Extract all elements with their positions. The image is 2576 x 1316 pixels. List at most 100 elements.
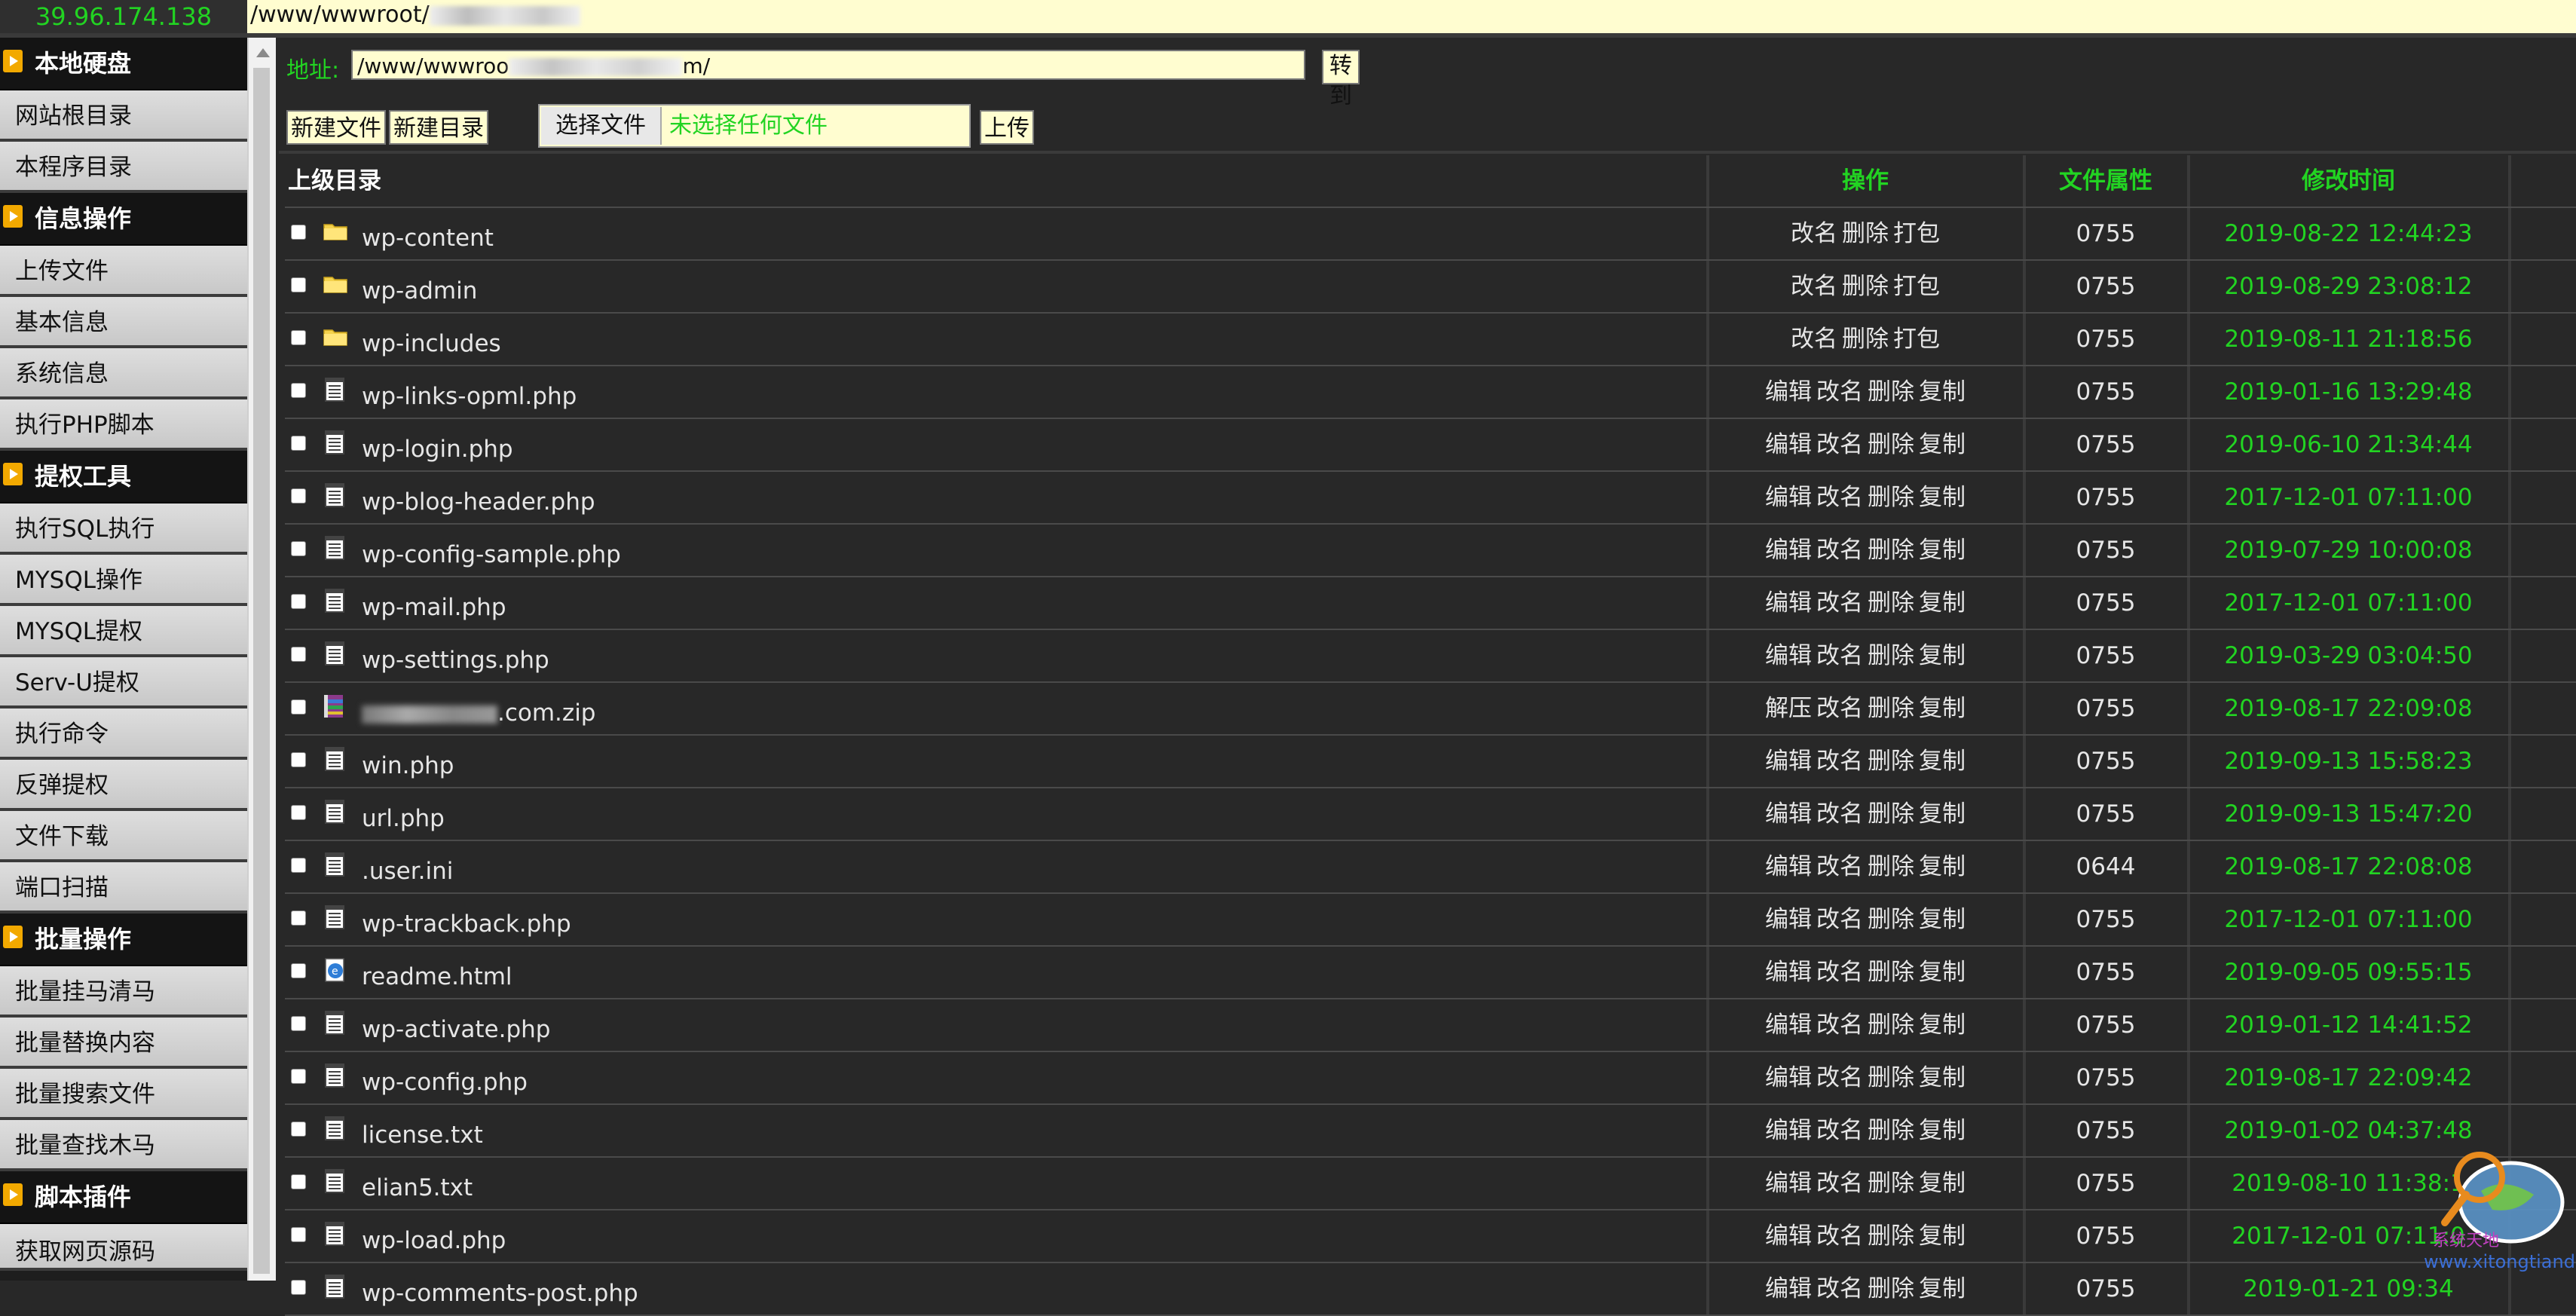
file-op-link[interactable]: 复制	[1919, 642, 1966, 669]
row-checkbox[interactable]	[291, 1280, 306, 1295]
sidebar-item[interactable]: 批量替换内容	[0, 1018, 247, 1069]
row-checkbox[interactable]	[291, 277, 306, 292]
row-checkbox[interactable]	[291, 383, 306, 398]
sidebar-item[interactable]: 获取网页源码	[0, 1224, 247, 1271]
file-op-link[interactable]: 复制	[1919, 378, 1966, 406]
sidebar-item[interactable]: 本程序目录	[0, 142, 247, 193]
permission-link[interactable]: 0755	[2076, 748, 2136, 775]
file-name-link[interactable]: .user.ini	[362, 846, 453, 892]
file-op-link[interactable]: 复制	[1919, 853, 1966, 880]
permission-link[interactable]: 0644	[2076, 853, 2136, 880]
permission-link[interactable]: 0755	[2076, 1223, 2136, 1250]
permission-link[interactable]: 0755	[2076, 378, 2136, 406]
file-op-link[interactable]: 编辑	[1765, 853, 1812, 880]
file-op-link[interactable]: 删除	[1868, 484, 1914, 511]
row-checkbox[interactable]	[291, 1122, 306, 1137]
file-op-link[interactable]: 编辑	[1765, 800, 1812, 828]
sidebar-item[interactable]: 反弹提权	[0, 760, 247, 811]
file-name-link[interactable]: wp-admin	[362, 265, 477, 312]
permission-link[interactable]: 0755	[2076, 1275, 2136, 1302]
file-op-link[interactable]: 改名	[1816, 1064, 1863, 1091]
file-op-link[interactable]: 编辑	[1765, 1117, 1812, 1144]
file-op-link[interactable]: 编辑	[1765, 1275, 1812, 1302]
file-op-link[interactable]: 打包	[1893, 326, 1940, 353]
permission-link[interactable]: 0755	[2076, 537, 2136, 564]
file-op-link[interactable]: 删除	[1868, 1064, 1914, 1091]
file-op-link[interactable]: 改名	[1816, 1275, 1863, 1302]
sidebar-item[interactable]: 批量查找木马	[0, 1120, 247, 1171]
file-op-link[interactable]: 复制	[1919, 959, 1966, 986]
permission-link[interactable]: 0755	[2076, 326, 2136, 353]
file-op-link[interactable]: 复制	[1919, 906, 1966, 933]
row-checkbox[interactable]	[291, 1227, 306, 1242]
file-op-link[interactable]: 编辑	[1765, 378, 1812, 406]
file-op-link[interactable]: 改名	[1791, 273, 1837, 300]
file-op-link[interactable]: 删除	[1868, 1223, 1914, 1250]
file-op-link[interactable]: 打包	[1893, 273, 1940, 300]
sidebar-item[interactable]: 网站根目录	[0, 90, 247, 142]
file-op-link[interactable]: 编辑	[1765, 537, 1812, 564]
file-op-link[interactable]: 改名	[1816, 589, 1863, 617]
file-op-link[interactable]: 删除	[1868, 853, 1914, 880]
modified-time-cell[interactable]: 2019-08-22 12:44:23	[2187, 208, 2507, 259]
modified-time-cell[interactable]: 2019-09-13 15:47:20	[2187, 788, 2507, 840]
file-op-link[interactable]: 改名	[1816, 853, 1863, 880]
sidebar-item[interactable]: 文件下载	[0, 811, 247, 862]
row-checkbox[interactable]	[291, 752, 306, 767]
scroll-thumb[interactable]	[253, 68, 270, 1274]
modified-time-cell[interactable]: 2019-01-12 14:41:52	[2187, 999, 2507, 1051]
file-op-link[interactable]: 复制	[1919, 1275, 1966, 1302]
permission-link[interactable]: 0755	[2076, 906, 2136, 933]
file-op-link[interactable]: 改名	[1816, 642, 1863, 669]
file-name-link[interactable]: wp-comments-post.php	[362, 1268, 638, 1314]
modified-time-cell[interactable]: 2019-08-17 22:09:42	[2187, 1052, 2507, 1103]
permission-link[interactable]: 0755	[2076, 1064, 2136, 1091]
file-op-link[interactable]: 复制	[1919, 1223, 1966, 1250]
sidebar-item[interactable]: 批量挂马清马	[0, 966, 247, 1018]
sidebar-item[interactable]: 系统信息	[0, 348, 247, 399]
file-op-link[interactable]: 编辑	[1765, 1223, 1812, 1250]
row-checkbox[interactable]	[291, 647, 306, 662]
sidebar-item[interactable]: 执行PHP脚本	[0, 399, 247, 451]
permission-link[interactable]: 0755	[2076, 1117, 2136, 1144]
file-name-link[interactable]: wp-login.php	[362, 424, 513, 470]
file-op-link[interactable]: 改名	[1816, 378, 1863, 406]
file-op-link[interactable]: 删除	[1868, 431, 1914, 458]
new-directory-button[interactable]: 新建目录	[389, 110, 488, 145]
modified-time-cell[interactable]: 2019-03-29 03:04:50	[2187, 630, 2507, 681]
file-op-link[interactable]: 复制	[1919, 589, 1966, 617]
file-name-link[interactable]: elian5.txt	[362, 1162, 473, 1209]
file-name-link[interactable]: wp-trackback.php	[362, 898, 571, 945]
file-op-link[interactable]: 删除	[1868, 800, 1914, 828]
file-op-link[interactable]: 复制	[1919, 1011, 1966, 1039]
file-op-link[interactable]: 删除	[1868, 1275, 1914, 1302]
file-op-link[interactable]: 删除	[1868, 748, 1914, 775]
permission-link[interactable]: 0755	[2076, 220, 2136, 247]
sidebar-item[interactable]: MYSQL提权	[0, 606, 247, 657]
file-op-link[interactable]: 编辑	[1765, 748, 1812, 775]
row-checkbox[interactable]	[291, 225, 306, 240]
file-op-link[interactable]: 删除	[1842, 220, 1889, 247]
row-checkbox[interactable]	[291, 910, 306, 926]
file-op-link[interactable]: 删除	[1868, 906, 1914, 933]
sidebar-scrollbar[interactable]	[247, 38, 276, 1281]
file-op-link[interactable]: 删除	[1868, 1117, 1914, 1144]
file-op-link[interactable]: 改名	[1816, 484, 1863, 511]
file-op-link[interactable]: 编辑	[1765, 959, 1812, 986]
sidebar-item[interactable]: 执行SQL执行	[0, 503, 247, 555]
file-op-link[interactable]: 编辑	[1765, 642, 1812, 669]
row-checkbox[interactable]	[291, 1069, 306, 1084]
scroll-up-arrow-icon[interactable]	[256, 48, 270, 57]
file-op-link[interactable]: 编辑	[1765, 1011, 1812, 1039]
file-name-link[interactable]: wp-includes	[362, 318, 501, 365]
permission-link[interactable]: 0755	[2076, 484, 2136, 511]
row-checkbox[interactable]	[291, 858, 306, 873]
modified-time-cell[interactable]: 2019-08-17 22:09:08	[2187, 683, 2507, 734]
permission-link[interactable]: 0755	[2076, 589, 2136, 617]
file-op-link[interactable]: 改名	[1816, 537, 1863, 564]
sidebar-item[interactable]: 执行命令	[0, 708, 247, 760]
permission-link[interactable]: 0755	[2076, 800, 2136, 828]
file-picker[interactable]: 选择文件 未选择任何文件	[538, 104, 971, 148]
file-op-link[interactable]: 改名	[1816, 959, 1863, 986]
row-checkbox[interactable]	[291, 330, 306, 345]
